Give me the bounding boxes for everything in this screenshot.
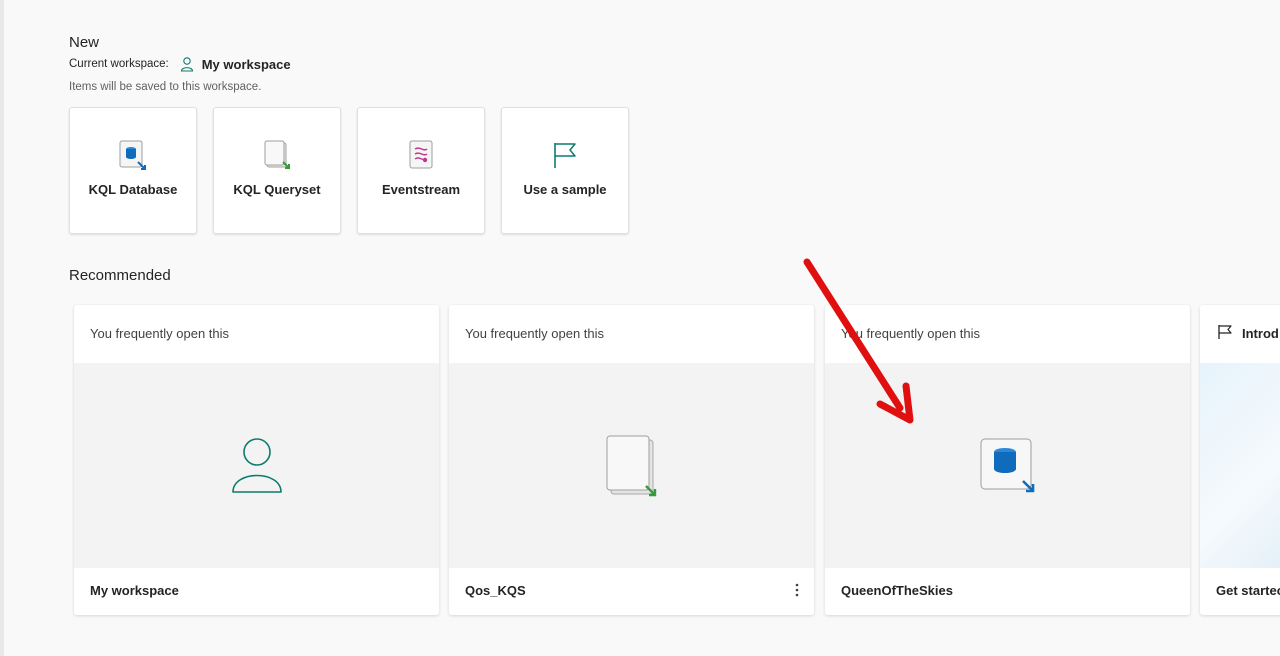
card-thumbnail xyxy=(825,363,1190,568)
new-card-label: KQL Database xyxy=(88,182,178,197)
recommendation-reason: You frequently open this xyxy=(841,326,981,341)
recommended-card-get-started[interactable]: Introd Get startec xyxy=(1200,305,1280,615)
new-kql-database-card[interactable]: KQL Database xyxy=(69,107,197,234)
current-workspace-line: Current workspace: My workspace xyxy=(69,56,291,72)
new-section-title: New xyxy=(69,34,100,51)
kql-queryset-icon xyxy=(262,140,292,170)
current-workspace-label: Current workspace: xyxy=(69,58,169,70)
card-thumbnail xyxy=(1200,363,1280,568)
workspace-note: Items will be saved to this workspace. xyxy=(69,81,262,93)
kql-database-icon xyxy=(118,140,148,170)
use-sample-card[interactable]: Use a sample xyxy=(501,107,629,234)
recommendation-reason: You frequently open this xyxy=(90,326,230,341)
workspace-name[interactable]: My workspace xyxy=(202,57,291,72)
card-thumbnail xyxy=(74,363,439,568)
recommended-card-queenoftheskies[interactable]: You frequently open this QueenOfTheSkies xyxy=(825,305,1190,615)
recommended-item-name[interactable]: Qos_KQS xyxy=(465,583,526,598)
workspace-person-icon xyxy=(231,437,282,493)
new-eventstream-card[interactable]: Eventstream xyxy=(357,107,485,234)
new-card-label: KQL Queryset xyxy=(233,182,321,197)
flag-icon xyxy=(550,140,580,170)
kql-queryset-icon xyxy=(606,435,656,496)
eventstream-icon xyxy=(406,140,436,170)
recommended-item-name[interactable]: My workspace xyxy=(90,583,179,598)
intro-title: Introd xyxy=(1242,326,1279,341)
recommended-section-title: Recommended xyxy=(69,267,171,284)
recommended-card-my-workspace[interactable]: You frequently open this My workspace xyxy=(74,305,439,615)
flag-icon xyxy=(1217,324,1233,340)
new-card-label: Use a sample xyxy=(523,182,607,197)
recommended-item-name[interactable]: QueenOfTheSkies xyxy=(841,583,953,598)
new-kql-queryset-card[interactable]: KQL Queryset xyxy=(213,107,341,234)
card-thumbnail xyxy=(449,363,814,568)
recommended-card-qos-kqs[interactable]: You frequently open this Qos_KQS xyxy=(449,305,814,615)
more-options-icon[interactable] xyxy=(790,581,804,599)
new-card-label: Eventstream xyxy=(381,182,461,197)
recommendation-reason: You frequently open this xyxy=(465,326,605,341)
workspace-person-icon xyxy=(179,56,195,72)
left-rail xyxy=(0,0,4,656)
recommended-item-name[interactable]: Get startec xyxy=(1216,583,1280,598)
kql-database-icon xyxy=(980,438,1034,492)
